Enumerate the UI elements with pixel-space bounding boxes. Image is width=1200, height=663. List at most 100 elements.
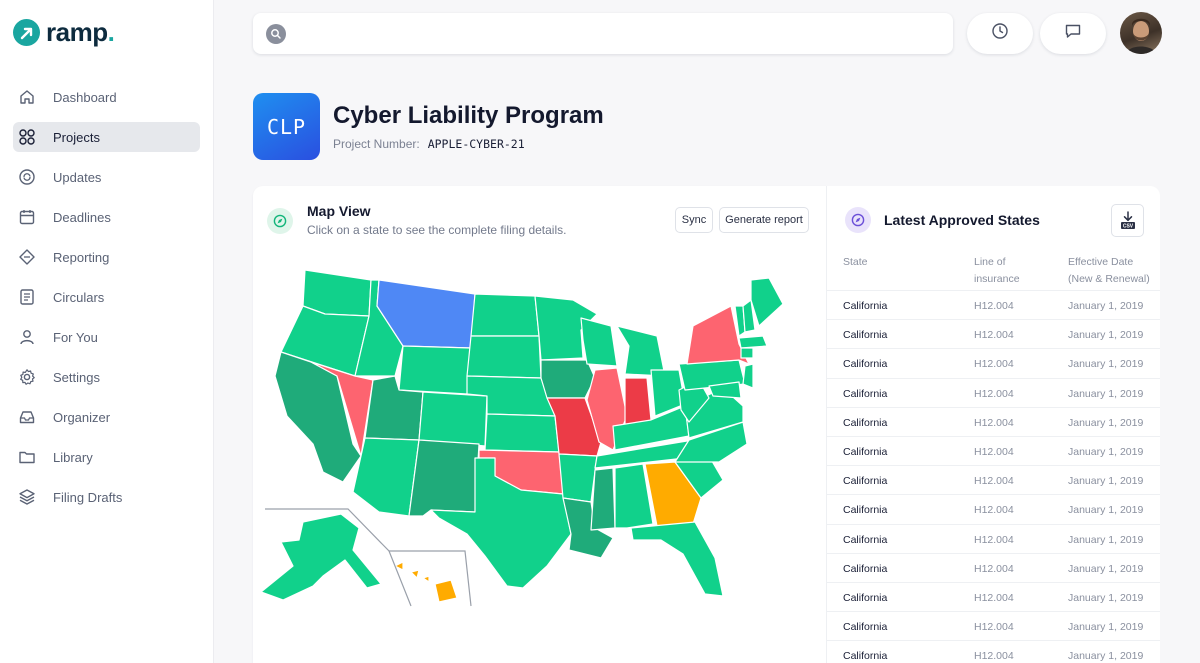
csv-download-button[interactable]: CSV <box>1111 204 1144 237</box>
state-az[interactable] <box>352 437 420 517</box>
sidebar-item-reporting[interactable]: Reporting <box>13 242 200 272</box>
page-title: Cyber Liability Program <box>333 102 604 129</box>
state-nm[interactable] <box>408 439 480 517</box>
state-wi[interactable] <box>580 317 618 367</box>
generate-report-button[interactable]: Generate report <box>719 207 809 233</box>
csv-download-icon: CSV <box>1120 210 1135 229</box>
state-ks[interactable] <box>484 413 560 453</box>
date-cell: January 1, 2019 <box>1068 621 1144 634</box>
state-me[interactable] <box>750 277 784 327</box>
state-cell: California <box>843 650 888 663</box>
table-row[interactable]: California H12.004 January 1, 2019 <box>827 290 1160 319</box>
date-cell: January 1, 2019 <box>1068 416 1144 429</box>
date-cell: January 1, 2019 <box>1068 504 1144 517</box>
folder-icon <box>17 447 37 467</box>
state-hi-2[interactable] <box>410 569 420 579</box>
sidebar-item-label: Deadlines <box>53 209 111 225</box>
state-cell: California <box>843 504 888 517</box>
table-row[interactable]: California H12.004 January 1, 2019 <box>827 640 1160 663</box>
state-cell: California <box>843 329 888 342</box>
state-cell: California <box>843 562 888 575</box>
table-row[interactable]: California H12.004 January 1, 2019 <box>827 319 1160 348</box>
date-cell: January 1, 2019 <box>1068 358 1144 371</box>
line-cell: H12.004 <box>974 562 1014 575</box>
map-view-subtitle: Click on a state to see the complete fil… <box>307 223 567 237</box>
brand-logo[interactable]: ramp. <box>13 17 115 48</box>
state-ak[interactable] <box>260 513 382 601</box>
sidebar-item-settings[interactable]: Settings <box>13 362 200 392</box>
sidebar-item-deadlines[interactable]: Deadlines <box>13 202 200 232</box>
diamond-arrows-icon <box>17 247 37 267</box>
table-row[interactable]: California H12.004 January 1, 2019 <box>827 377 1160 407</box>
state-mi[interactable] <box>616 325 666 377</box>
project-number-label: Project Number: <box>333 137 420 151</box>
sidebar-item-label: For You <box>53 329 98 345</box>
date-cell: January 1, 2019 <box>1068 300 1144 312</box>
line-cell: H12.004 <box>974 445 1014 458</box>
search-input[interactable] <box>296 26 936 41</box>
state-ms[interactable] <box>590 467 616 531</box>
state-wy[interactable] <box>398 345 472 395</box>
state-nd[interactable] <box>470 293 540 337</box>
state-fl[interactable] <box>630 521 724 597</box>
column-header-date-2: (New & Renewal) <box>1068 273 1150 285</box>
state-hi-3[interactable] <box>422 575 430 583</box>
sidebar-item-label: Projects <box>53 129 100 145</box>
column-header-date: Effective Date (New & Renewal) <box>1068 254 1150 288</box>
us-states-map[interactable] <box>253 266 813 616</box>
sidebar-item-library[interactable]: Library <box>13 442 200 472</box>
grid-icon <box>17 127 37 147</box>
state-ar[interactable] <box>558 453 598 503</box>
state-ct[interactable] <box>740 347 754 359</box>
table-row[interactable]: California H12.004 January 1, 2019 <box>827 465 1160 494</box>
state-cell: California <box>843 533 888 546</box>
brand-name: ramp. <box>46 17 115 47</box>
state-sd[interactable] <box>466 335 542 379</box>
user-avatar[interactable] <box>1120 12 1162 54</box>
sidebar-item-label: Updates <box>53 169 102 185</box>
chat-icon <box>1064 22 1082 45</box>
history-button[interactable] <box>967 13 1033 54</box>
date-cell: January 1, 2019 <box>1068 329 1144 342</box>
messages-button[interactable] <box>1040 13 1106 54</box>
project-badge: CLP <box>253 93 320 160</box>
state-nj[interactable] <box>742 363 754 389</box>
state-cell: California <box>843 445 888 458</box>
state-co[interactable] <box>418 391 488 447</box>
sidebar-item-filing-drafts[interactable]: Filing Drafts <box>13 482 200 512</box>
date-cell: January 1, 2019 <box>1068 591 1144 604</box>
table-row[interactable]: California H12.004 January 1, 2019 <box>827 435 1160 465</box>
sidebar-item-label: Reporting <box>53 249 110 265</box>
search-bar[interactable] <box>253 13 953 54</box>
sidebar-item-circulars[interactable]: Circulars <box>13 282 200 312</box>
table-row[interactable]: California H12.004 January 1, 2019 <box>827 611 1160 640</box>
sidebar-item-dashboard[interactable]: Dashboard <box>13 82 200 112</box>
state-ia[interactable] <box>540 359 596 399</box>
sidebar-item-projects[interactable]: Projects <box>13 122 200 152</box>
sync-button[interactable]: Sync <box>675 207 713 233</box>
date-cell: January 1, 2019 <box>1068 387 1144 400</box>
table-row[interactable]: California H12.004 January 1, 2019 <box>827 348 1160 377</box>
table-row[interactable]: California H12.004 January 1, 2019 <box>827 581 1160 611</box>
state-cell: California <box>843 387 888 400</box>
date-cell: January 1, 2019 <box>1068 475 1144 488</box>
table-row[interactable]: California H12.004 January 1, 2019 <box>827 523 1160 553</box>
sidebar-item-for-you[interactable]: For You <box>13 322 200 352</box>
sidebar-item-updates[interactable]: Updates <box>13 162 200 192</box>
sidebar: ramp. Dashboard Projects Updates Deadlin… <box>0 0 214 663</box>
state-ma[interactable] <box>738 335 768 349</box>
line-cell: H12.004 <box>974 329 1014 342</box>
avatar-photo-icon <box>1126 18 1156 54</box>
map-view-title: Map View <box>307 203 371 219</box>
state-hi-4[interactable] <box>434 579 458 603</box>
map-view-card: Map View Click on a state to see the com… <box>253 186 826 663</box>
sidebar-item-organizer[interactable]: Organizer <box>13 402 200 432</box>
table-row[interactable]: California H12.004 January 1, 2019 <box>827 494 1160 523</box>
table-row[interactable]: California H12.004 January 1, 2019 <box>827 406 1160 436</box>
calendar-icon <box>17 207 37 227</box>
approved-states-table: California H12.004 January 1, 2019 Califor… <box>827 290 1160 663</box>
column-header-line-1: Line of <box>974 256 1006 268</box>
project-number-value: APPLE-CYBER-21 <box>427 137 525 151</box>
table-row[interactable]: California H12.004 January 1, 2019 <box>827 552 1160 582</box>
state-cell: California <box>843 358 888 371</box>
